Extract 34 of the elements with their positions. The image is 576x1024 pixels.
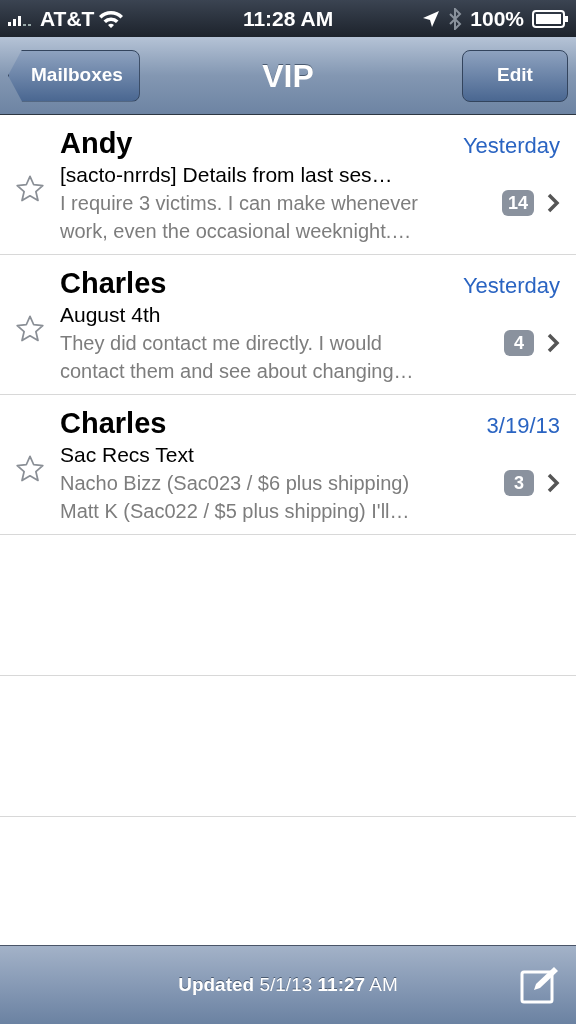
carrier-label: AT&T (40, 5, 95, 32)
chevron-icon (546, 191, 560, 214)
chevron-icon (546, 471, 560, 494)
battery-icon (532, 9, 568, 28)
location-arrow-icon (422, 9, 441, 28)
message-date: Yesterday (462, 131, 560, 160)
wifi-icon (98, 8, 125, 29)
back-button[interactable]: Mailboxes (8, 49, 140, 102)
message-preview: Nacho Bizz (Sac023 / $6 plus shipping) Matt K (Sac022 / $5 plus shipping) I'll… (60, 470, 411, 524)
compose-button[interactable] (520, 966, 560, 1004)
bluetooth-icon (448, 7, 463, 30)
message-row[interactable]: Andy Yesterday [sacto-nrrds] Details from last ses… I require 3 victims. I can make whenever work, even the occasional weeknight.… 14 (0, 115, 576, 255)
sender-name: Charles (60, 405, 167, 441)
thread-count-badge: 3 (504, 469, 534, 496)
message-subject: August 4th (60, 301, 162, 328)
message-preview: I require 3 victims. I can make whenever work, even the occasional weeknight.… (60, 190, 419, 244)
message-subject: [sacto-nrrds] Details from last ses… (60, 161, 394, 188)
message-date: Yesterday (462, 271, 560, 300)
message-row[interactable]: Charles Yesterday August 4th They did contact me directly. I would contact them and see about changing… 4 (0, 255, 576, 395)
sender-name: Charles (60, 265, 167, 301)
edit-button[interactable]: Edit (462, 49, 568, 102)
chevron-icon (546, 331, 560, 354)
compose-icon (520, 966, 560, 1004)
battery-percent: 100% (470, 5, 524, 32)
thread-count-badge: 4 (504, 329, 534, 356)
message-preview: They did contact me directly. I would contact them and see about changing… (60, 330, 415, 384)
update-status: Updated 5/1/13 11:27 AM (178, 972, 398, 997)
clock-time: 11:28 AM (242, 5, 334, 32)
message-subject: Sac Recs Text (60, 441, 195, 468)
thread-count-badge: 14 (501, 189, 534, 216)
sender-name: Andy (60, 125, 133, 161)
message-date: 3/19/13 (486, 411, 560, 440)
message-row[interactable]: Charles 3/19/13 Sac Recs Text Nacho Bizz (Sac023 / $6 plus shipping) Matt K (Sac022 / $5 plus shipping) I'll… 3 (0, 395, 576, 535)
screen-title: VIP (262, 56, 314, 96)
